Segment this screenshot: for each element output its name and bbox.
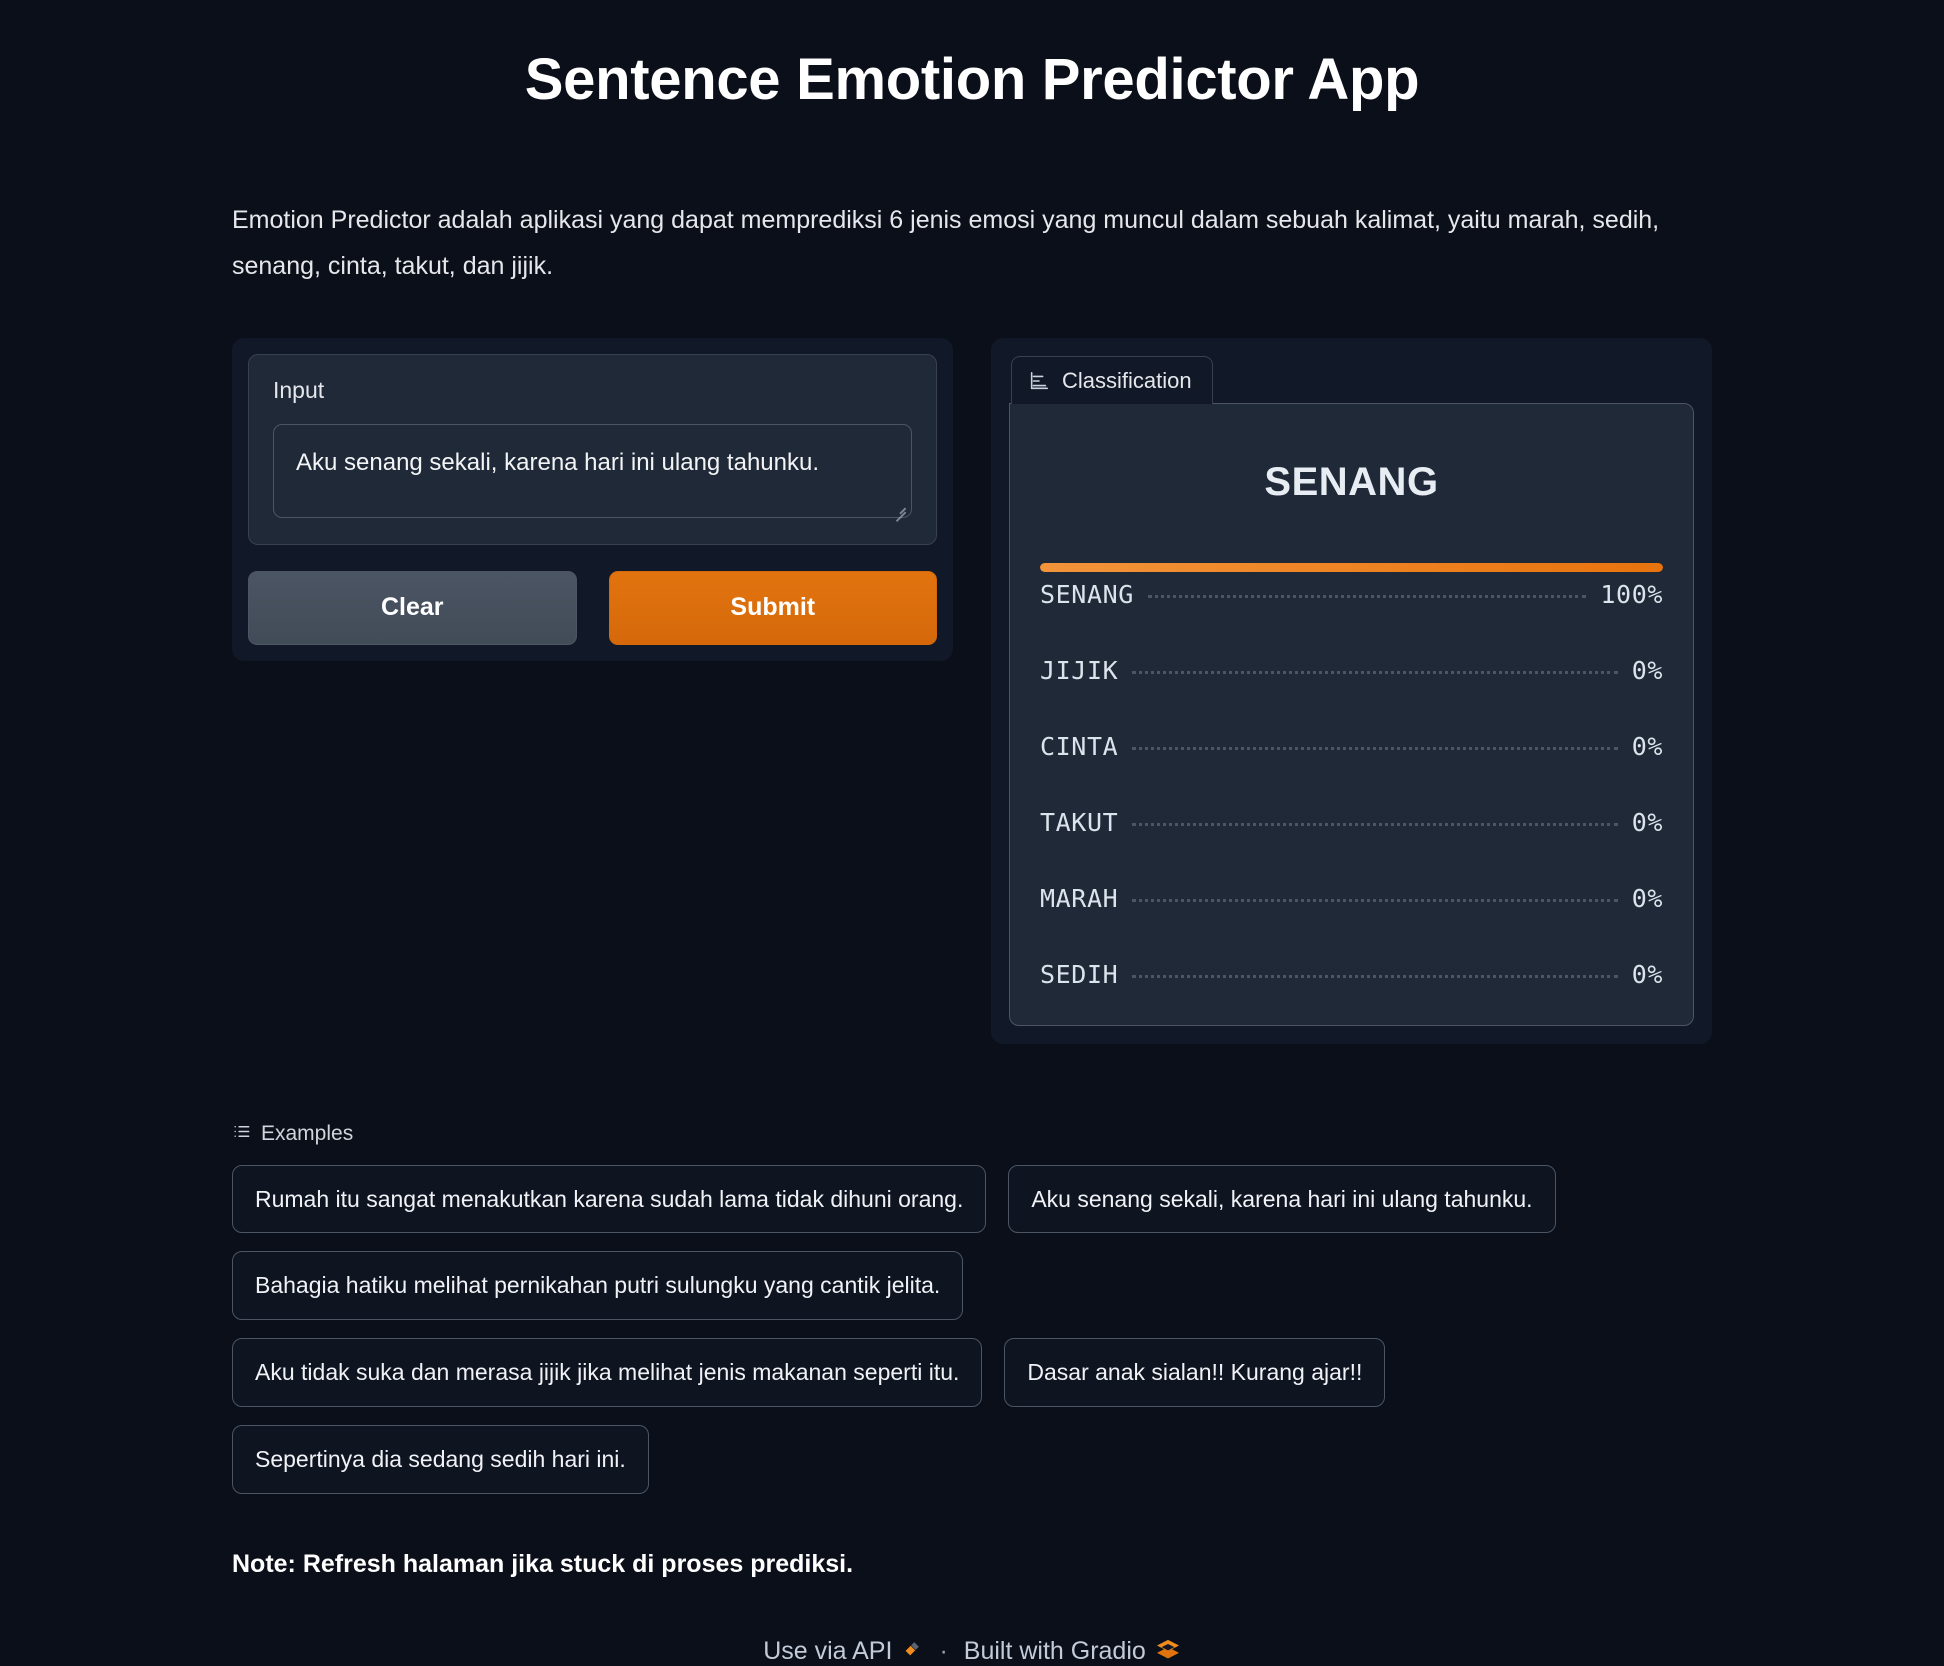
examples-header-text: Examples (261, 1122, 354, 1145)
confidence-bar-row: MARAH 0% (1040, 867, 1663, 913)
footer: Use via API · Built with Gradio (232, 1637, 1712, 1666)
confidence-bar-track (1040, 867, 1663, 876)
confidence-bar-label: SENANG (1040, 579, 1134, 609)
example-chip[interactable]: Rumah itu sangat menakutkan karena sudah… (232, 1164, 987, 1234)
example-chip[interactable]: Bahagia hatiku melihat pernikahan putri … (232, 1251, 964, 1320)
main-content: Emotion Predictor adalah aplikasi yang d… (232, 113, 1712, 1666)
confidence-bar-value: 0% (1631, 807, 1663, 837)
input-column: Input Aku senang sekali, karena hari ini… (232, 337, 953, 661)
example-chip[interactable]: Aku tidak suka dan merasa jijik jika mel… (232, 1338, 983, 1407)
confidence-bar-text: MARAH 0% (1040, 884, 1663, 913)
clear-button[interactable]: Clear (248, 570, 577, 645)
confidence-bar-label: JIJIK (1040, 655, 1119, 685)
confidence-bar-value: 0% (1631, 959, 1663, 989)
confidence-bar-track (1040, 715, 1663, 724)
top-prediction-label: SENANG (1264, 459, 1439, 504)
main-row: Input Aku senang sekali, karena hari ini… (232, 337, 1712, 1044)
confidence-bar-track (1040, 791, 1663, 800)
use-via-api-label: Use via API (763, 1636, 893, 1665)
note-text: Note: Refresh halaman jika stuck di pros… (232, 1549, 854, 1578)
confidence-bar-label: MARAH (1040, 883, 1119, 913)
confidence-bar-text: TAKUT 0% (1040, 808, 1663, 837)
action-buttons: Clear Submit (248, 570, 937, 645)
sentence-input[interactable]: Aku senang sekali, karena hari ini ulang… (273, 423, 912, 522)
footer-separator: · (939, 1636, 948, 1665)
leader-dots (1132, 822, 1618, 826)
input-panel: Input Aku senang sekali, karena hari ini… (248, 353, 937, 545)
leader-dots (1132, 670, 1618, 674)
confidence-bar-text: SEDIH 0% (1040, 960, 1663, 989)
classification-output: SENANG SENANG 100% JIJIK 0% CINTA 0% TAKUT 0% MA… (1009, 402, 1694, 1026)
confidence-bar-track (1040, 562, 1663, 572)
submit-button[interactable]: Submit (608, 570, 937, 645)
api-plug-icon (901, 1638, 923, 1665)
leader-dots (1132, 898, 1618, 902)
confidence-bar-text: JIJIK 0% (1040, 656, 1663, 685)
output-column: Classification SENANG SENANG 100% JIJIK 0% C… (991, 337, 1712, 1044)
confidence-bar-row: SENANG 100% (1040, 562, 1663, 609)
sentence-input-value: Aku senang sekali, karena hari ini ulang… (296, 448, 820, 476)
bar-chart-icon (1028, 370, 1050, 392)
gradio-logo-icon (1155, 1638, 1181, 1665)
confidence-bar-row: JIJIK 0% (1040, 639, 1663, 685)
examples-header: Examples (232, 1122, 1712, 1147)
app-page: Sentence Emotion Predictor App Emotion P… (0, 0, 1944, 1666)
examples-section: Examples Rumah itu sangat menakutkan kar… (232, 1122, 1712, 1494)
confidence-bar-track (1040, 639, 1663, 648)
confidence-bar-fill (1040, 562, 1663, 572)
input-wrapper: Input Aku senang sekali, karena hari ini… (232, 337, 953, 661)
confidence-bar-row: TAKUT 0% (1040, 791, 1663, 837)
leader-dots (1147, 594, 1587, 598)
example-chip[interactable]: Aku senang sekali, karena hari ini ulang… (1008, 1164, 1556, 1234)
confidence-bar-value: 0% (1631, 655, 1663, 685)
resize-handle-icon[interactable] (892, 499, 906, 522)
app-description: Emotion Predictor adalah aplikasi yang d… (232, 206, 1660, 281)
confidence-bar-label: SEDIH (1040, 959, 1119, 989)
examples-grid: Rumah itu sangat menakutkan karena sudah… (232, 1164, 1712, 1494)
confidence-bar-row: CINTA 0% (1040, 715, 1663, 761)
classification-label-text: Classification (1062, 367, 1192, 393)
confidence-bar-label: CINTA (1040, 731, 1119, 761)
confidence-bars: SENANG 100% JIJIK 0% CINTA 0% TAKUT 0% MARAH 0% SE… (1040, 562, 1663, 989)
confidence-bar-text: SENANG 100% (1040, 580, 1663, 609)
input-label: Input (273, 376, 325, 403)
page-title: Sentence Emotion Predictor App (524, 47, 1420, 112)
use-via-api-link[interactable]: Use via API (763, 1637, 923, 1666)
confidence-bar-value: 0% (1631, 883, 1663, 913)
built-with-gradio-label: Built with Gradio (963, 1636, 1146, 1665)
confidence-bar-value: 0% (1631, 731, 1663, 761)
output-wrapper: Classification SENANG SENANG 100% JIJIK 0% C… (991, 337, 1712, 1044)
confidence-bar-value: 100% (1600, 579, 1663, 609)
classification-label-tab: Classification (1011, 355, 1213, 404)
built-with-gradio-link[interactable]: Built with Gradio (964, 1637, 1181, 1666)
confidence-bar-text: CINTA 0% (1040, 732, 1663, 761)
confidence-bar-row: SEDIH 0% (1040, 943, 1663, 989)
example-chip[interactable]: Sepertinya dia sedang sedih hari ini. (232, 1424, 649, 1494)
confidence-bar-track (1040, 943, 1663, 952)
leader-dots (1132, 746, 1618, 750)
list-icon (232, 1122, 251, 1147)
example-chip[interactable]: Dasar anak sialan!! Kurang ajar!! (1004, 1338, 1386, 1407)
confidence-bar-label: TAKUT (1040, 807, 1119, 837)
leader-dots (1132, 974, 1618, 978)
